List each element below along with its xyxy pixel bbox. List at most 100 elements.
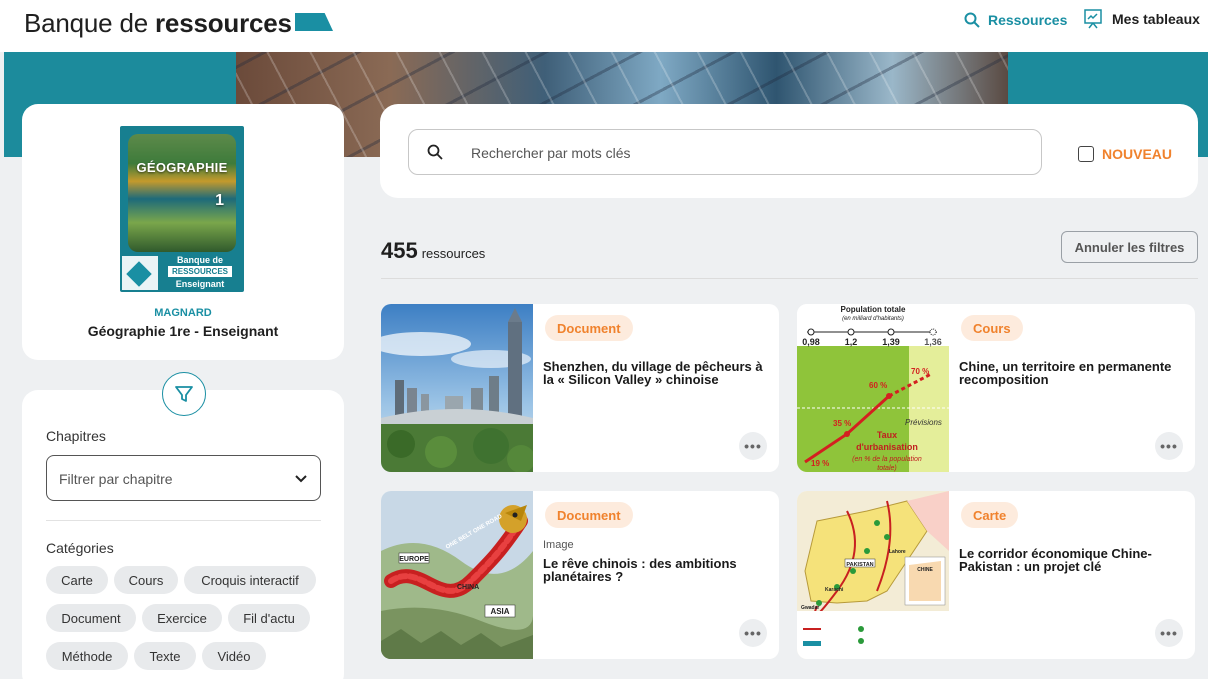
resource-card[interactable]: PAKISTAN Lahore Karachi Gwadar CHINE Car… [797,491,1195,659]
results-divider [381,278,1198,279]
category-tag-label: Carte [61,572,93,588]
board-icon [1084,9,1102,29]
card-more-button[interactable]: ••• [739,432,767,460]
cover-image: GÉOGRAPHIE 1 [128,134,236,252]
cover-line1: Banque de [176,255,223,265]
brand-logo[interactable]: Banque de ressources [24,8,292,39]
nav-mes-tableaux[interactable]: Mes tableaux [1084,9,1200,29]
chart-thumb-label: totale) [877,465,896,472]
search-box [408,129,1042,175]
filter-icon [175,386,193,402]
filter-divider [46,520,321,521]
cover-line2: RESSOURCES [168,266,232,277]
card-title: Shenzhen, du village de pêcheurs à la « … [543,359,763,387]
category-tag-document[interactable]: Document [46,604,136,632]
category-tag-label: Fil d'actu [243,610,295,626]
category-tag-label: Exercice [157,610,207,626]
chevron-down-icon [295,475,307,483]
filter-toggle-button[interactable] [162,372,206,416]
category-tag-texte[interactable]: Texte [134,642,196,670]
map-label-lahore: Lahore [889,549,906,555]
card-category-badge: Cours [961,315,1023,341]
card-thumbnail [381,304,533,472]
cartoon-label-asia: ASIA [490,607,509,616]
results-count-label: ressources [421,246,486,261]
cover-line3: Enseignant [175,279,225,289]
card-title: Le corridor économique Chine-Pakistan : … [959,546,1152,574]
nouveau-filter[interactable]: NOUVEAU [1078,146,1172,162]
resource-card[interactable]: EUROPE ASIA ONE BELT ONE ROAD CHINA Docu… [381,491,779,659]
dragon-cartoon-thumb: EUROPE ASIA ONE BELT ONE ROAD CHINA [381,491,533,659]
resource-card[interactable]: Document Shenzhen, du village de pêcheur… [381,304,779,472]
card-subtitle: Image [543,539,574,551]
book-title: Géographie 1re - Enseignant [87,323,279,339]
nouveau-checkbox[interactable] [1078,146,1094,162]
chart-thumb-value: 0,98 [802,337,820,347]
reset-filters-button[interactable]: Annuler les filtres [1061,231,1198,263]
publisher-name: MAGNARD [154,307,212,319]
chart-thumb-pct: 60 % [869,381,887,390]
shenzhen-photo [381,304,533,472]
brand-flag-icon [295,13,333,31]
chart-thumb-subtitle: (en milliard d'habitants) [842,316,904,322]
categories-label: Catégories [46,540,114,556]
chart-thumb-pct: 70 % [911,367,929,376]
book-card: GÉOGRAPHIE 1 Banque de RESSOURCES Enseig… [22,104,344,360]
cover-title: GÉOGRAPHIE [136,160,228,175]
category-tag-label: Document [61,610,121,626]
category-tag-label: Méthode [61,648,113,664]
chapter-select[interactable]: Filtrer par chapitre [46,455,321,501]
chart-thumb-pct: 19 % [811,459,829,468]
cartoon-label-europe: EUROPE [399,556,429,563]
map-label-chine: CHINE [917,567,933,573]
category-tag-label: Texte [149,648,181,664]
search-panel: NOUVEAU [380,104,1198,198]
chapter-select-value: Filtrer par chapitre [59,471,173,487]
cover-number: 1 [215,192,224,209]
chart-thumb-label: Taux [877,430,897,440]
search-input[interactable] [471,140,1011,166]
category-tag-label: Cours [128,572,164,588]
publisher-logo-icon [122,256,158,290]
card-thumbnail: Population totale (en milliard d'habitan… [797,304,949,472]
card-title: Chine, un territoire en permanente recom… [959,359,1172,387]
card-more-button[interactable]: ••• [1155,619,1183,647]
category-tag-cours[interactable]: Cours [114,566,178,594]
card-category-badge: Document [545,315,633,341]
brand-prefix: Banque de [24,8,156,38]
nav-ressources[interactable]: Ressources [964,12,1067,28]
category-tag-croquis-interactif[interactable]: Croquis interactif [184,566,316,594]
chart-thumb-pct: 35 % [833,419,851,428]
chart-thumb-value: 1,36 [924,337,942,347]
chart-thumb-label: (en % de la population [852,456,922,463]
map-label-pakistan: PAKISTAN [846,562,873,568]
search-icon [964,12,980,28]
card-category-badge: Carte [961,502,1019,528]
chapters-label: Chapitres [46,428,106,444]
nouveau-label: NOUVEAU [1102,146,1173,162]
resource-card[interactable]: Population totale (en milliard d'habitan… [797,304,1195,472]
results-count: 455 ressources [381,238,485,264]
card-category-badge: Document [545,502,633,528]
nav-ressources-label: Ressources [988,12,1068,28]
card-more-button[interactable]: ••• [739,619,767,647]
book-cover: GÉOGRAPHIE 1 Banque de RESSOURCES Enseig… [120,126,244,292]
category-tag-fil-dactu[interactable]: Fil d'actu [228,604,310,632]
urbanisation-chart-thumb: Population totale (en milliard d'habitan… [797,304,949,472]
map-label-karachi: Karachi [825,587,844,593]
top-bar: Banque de ressources Ressources Mes tabl… [0,0,1208,52]
card-more-button[interactable]: ••• [1155,432,1183,460]
cover-band: Banque de RESSOURCES Enseignant [120,252,244,292]
category-tag-methode[interactable]: Méthode [46,642,128,670]
search-icon [427,144,443,160]
chart-thumb-label: d'urbanisation [856,442,918,452]
chart-thumb-previsions: Prévisions [905,418,942,427]
nav-mes-tableaux-label: Mes tableaux [1112,11,1200,27]
chart-thumb-value: 1,39 [882,337,900,347]
chart-thumb-value: 1,2 [845,337,858,347]
category-tag-carte[interactable]: Carte [46,566,108,594]
card-thumbnail: PAKISTAN Lahore Karachi Gwadar CHINE [797,491,949,659]
category-tag-video[interactable]: Vidéo [202,642,266,670]
pakistan-map-thumb: PAKISTAN Lahore Karachi Gwadar CHINE [797,491,949,659]
category-tag-exercice[interactable]: Exercice [142,604,222,632]
